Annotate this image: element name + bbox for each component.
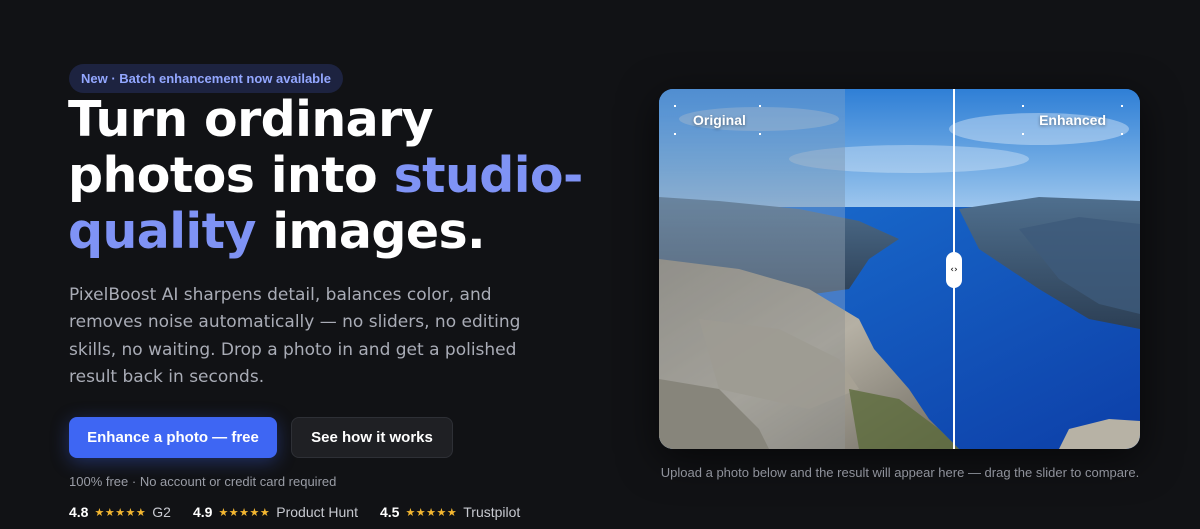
rating-trustpilot: 4.5 ★★★★★ Trustpilot [380, 504, 520, 520]
announcement-badge[interactable]: New · Batch enhancement now available [69, 64, 343, 93]
before-after-comparison[interactable]: ‹› Original Enhanced [659, 89, 1140, 449]
headline-text-start: Turn ordinary photos into [68, 91, 434, 204]
rating-source: G2 [152, 504, 171, 520]
hero-headline: Turn ordinary photos into studio-quality… [68, 92, 628, 260]
rating-g2: 4.8 ★★★★★ G2 [69, 504, 171, 520]
rating-score: 4.5 [379, 504, 400, 520]
see-how-it-works-button[interactable]: See how it works [291, 417, 453, 458]
corner-marker [1022, 105, 1024, 107]
label-original: Original [693, 112, 746, 128]
corner-marker [1022, 133, 1024, 135]
rating-source: Trustpilot [463, 504, 521, 520]
corner-marker [759, 105, 761, 107]
rating-product-hunt: 4.9 ★★★★★ Product Hunt [193, 504, 358, 520]
hero-description: PixelBoost AI sharpens detail, balances … [69, 285, 521, 387]
corner-marker [674, 133, 676, 135]
original-wash [659, 89, 845, 449]
headline-text-end: images. [255, 203, 486, 260]
corner-marker [674, 105, 676, 107]
stars-icon: ★★★★★ [94, 506, 147, 519]
rating-source: Product Hunt [276, 504, 358, 520]
free-note: 100% free · No account or credit card re… [69, 474, 337, 489]
stars-icon: ★★★★★ [218, 506, 271, 519]
corner-marker [1121, 105, 1123, 107]
rating-score: 4.8 [69, 504, 89, 520]
stars-icon: ★★★★★ [405, 506, 458, 519]
ratings-row: 4.8 ★★★★★ G2 4.9 ★★★★★ Product Hunt 4.5 … [69, 504, 520, 520]
enhance-photo-button[interactable]: Enhance a photo — free [69, 417, 277, 458]
slider-handle[interactable]: ‹› [946, 252, 962, 288]
corner-marker [759, 133, 761, 135]
label-enhanced: Enhanced [1039, 112, 1106, 128]
comparison-caption: Upload a photo below and the result will… [660, 465, 1140, 480]
rating-score: 4.9 [192, 504, 213, 520]
corner-marker [1121, 133, 1123, 135]
